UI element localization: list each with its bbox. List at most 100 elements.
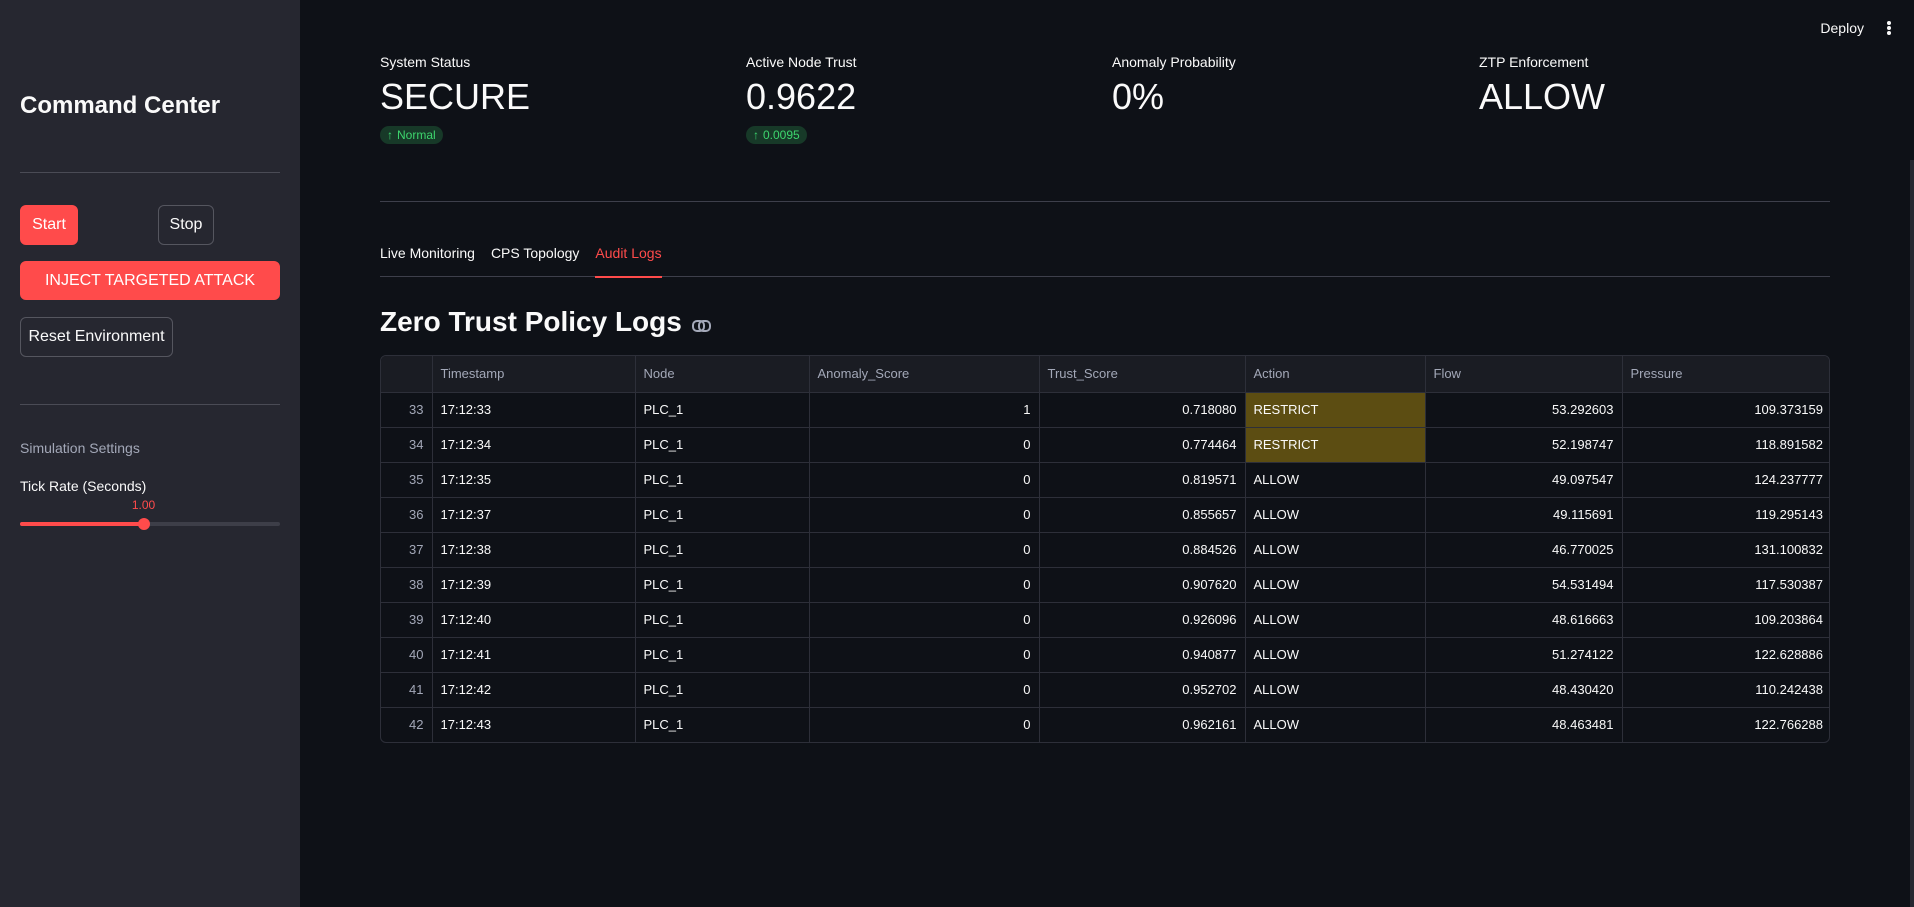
pressure-cell[interactable]: 122.628886	[1622, 637, 1829, 673]
node-cell[interactable]: PLC_1	[635, 637, 810, 673]
table-row[interactable]: 33 17:12:33 PLC_1 1 0.718080 RESTRICT 53.29260…	[381, 392, 1829, 428]
column-header-pressure[interactable]: Pressure	[1622, 356, 1829, 393]
stop-button[interactable]: Stop	[158, 205, 214, 245]
column-header-trust-score[interactable]: Trust_Score	[1039, 356, 1246, 393]
timestamp-cell[interactable]: 17:12:40	[432, 602, 636, 638]
row-index[interactable]: 35	[381, 462, 433, 498]
trust-score-cell[interactable]: 0.819571	[1039, 462, 1246, 498]
flow-cell[interactable]: 52.198747	[1425, 427, 1623, 463]
slider-thumb[interactable]	[137, 518, 150, 530]
action-cell[interactable]: RESTRICT	[1245, 427, 1426, 463]
action-cell[interactable]: ALLOW	[1245, 532, 1426, 568]
pressure-cell[interactable]: 109.203864	[1622, 602, 1829, 638]
action-cell[interactable]: RESTRICT	[1245, 392, 1426, 428]
trust-score-cell[interactable]: 0.855657	[1039, 497, 1246, 533]
timestamp-cell[interactable]: 17:12:33	[432, 392, 636, 428]
action-cell[interactable]: ALLOW	[1245, 602, 1426, 638]
deploy-button[interactable]: Deploy	[1820, 20, 1864, 36]
node-cell[interactable]: PLC_1	[635, 707, 810, 742]
link-icon[interactable]	[691, 319, 711, 332]
table-row[interactable]: 37 17:12:38 PLC_1 0 0.884526 ALLOW 46.770025 13…	[381, 532, 1829, 568]
row-index[interactable]: 42	[381, 707, 433, 742]
column-header-timestamp[interactable]: Timestamp	[432, 356, 636, 393]
flow-cell[interactable]: 48.430420	[1425, 672, 1623, 708]
trust-score-cell[interactable]: 0.884526	[1039, 532, 1246, 568]
anomaly-score-cell[interactable]: 0	[809, 637, 1040, 673]
anomaly-score-cell[interactable]: 0	[809, 567, 1040, 603]
pressure-cell[interactable]: 119.295143	[1622, 497, 1829, 533]
timestamp-cell[interactable]: 17:12:43	[432, 707, 636, 742]
trust-score-cell[interactable]: 0.926096	[1039, 602, 1246, 638]
trust-score-cell[interactable]: 0.940877	[1039, 637, 1246, 673]
audit-log-table[interactable]: Timestamp Node Anomaly_Score Trust_Score…	[380, 355, 1830, 743]
flow-cell[interactable]: 53.292603	[1425, 392, 1623, 428]
table-row[interactable]: 34 17:12:34 PLC_1 0 0.774464 RESTRICT 52.19874…	[381, 427, 1829, 463]
action-cell[interactable]: ALLOW	[1245, 707, 1426, 742]
trust-score-cell[interactable]: 0.774464	[1039, 427, 1246, 463]
action-cell[interactable]: ALLOW	[1245, 567, 1426, 603]
action-cell[interactable]: ALLOW	[1245, 637, 1426, 673]
row-index[interactable]: 39	[381, 602, 433, 638]
trust-score-cell[interactable]: 0.907620	[1039, 567, 1246, 603]
page-scrollbar[interactable]	[1910, 160, 1914, 907]
timestamp-cell[interactable]: 17:12:42	[432, 672, 636, 708]
trust-score-cell[interactable]: 0.718080	[1039, 392, 1246, 428]
table-row[interactable]: 39 17:12:40 PLC_1 0 0.926096 ALLOW 48.616663 10…	[381, 602, 1829, 638]
flow-cell[interactable]: 48.463481	[1425, 707, 1623, 742]
flow-cell[interactable]: 54.531494	[1425, 567, 1623, 603]
node-cell[interactable]: PLC_1	[635, 392, 810, 428]
flow-cell[interactable]: 49.097547	[1425, 462, 1623, 498]
table-row[interactable]: 38 17:12:39 PLC_1 0 0.907620 ALLOW 54.531494 11…	[381, 567, 1829, 603]
inject-attack-button[interactable]: INJECT TARGETED ATTACK	[20, 261, 280, 300]
row-index[interactable]: 38	[381, 567, 433, 603]
flow-cell[interactable]: 49.115691	[1425, 497, 1623, 533]
pressure-cell[interactable]: 131.100832	[1622, 532, 1829, 568]
timestamp-cell[interactable]: 17:12:38	[432, 532, 636, 568]
node-cell[interactable]: PLC_1	[635, 532, 810, 568]
pressure-cell[interactable]: 122.766288	[1622, 707, 1829, 742]
anomaly-score-cell[interactable]: 0	[809, 672, 1040, 708]
timestamp-cell[interactable]: 17:12:39	[432, 567, 636, 603]
column-header-node[interactable]: Node	[635, 356, 810, 393]
row-index[interactable]: 33	[381, 392, 433, 428]
tab-audit-logs[interactable]: Audit Logs	[595, 240, 662, 278]
column-header-anomaly-score[interactable]: Anomaly_Score	[809, 356, 1040, 393]
anomaly-score-cell[interactable]: 0	[809, 497, 1040, 533]
row-index[interactable]: 36	[381, 497, 433, 533]
tick-rate-slider[interactable]	[20, 518, 280, 530]
row-index[interactable]: 41	[381, 672, 433, 708]
timestamp-cell[interactable]: 17:12:37	[432, 497, 636, 533]
table-row[interactable]: 42 17:12:43 PLC_1 0 0.962161 ALLOW 48.463481 12…	[381, 707, 1829, 742]
action-cell[interactable]: ALLOW	[1245, 462, 1426, 498]
column-header-flow[interactable]: Flow	[1425, 356, 1623, 393]
timestamp-cell[interactable]: 17:12:35	[432, 462, 636, 498]
row-index[interactable]: 40	[381, 637, 433, 673]
reset-environment-button[interactable]: Reset Environment	[20, 317, 173, 357]
node-cell[interactable]: PLC_1	[635, 427, 810, 463]
anomaly-score-cell[interactable]: 0	[809, 602, 1040, 638]
anomaly-score-cell[interactable]: 0	[809, 462, 1040, 498]
pressure-cell[interactable]: 109.373159	[1622, 392, 1829, 428]
anomaly-score-cell[interactable]: 0	[809, 532, 1040, 568]
action-cell[interactable]: ALLOW	[1245, 497, 1426, 533]
trust-score-cell[interactable]: 0.962161	[1039, 707, 1246, 742]
start-button[interactable]: Start	[20, 205, 78, 245]
more-vertical-icon[interactable]	[1884, 18, 1894, 38]
table-row[interactable]: 41 17:12:42 PLC_1 0 0.952702 ALLOW 48.430420 11…	[381, 672, 1829, 708]
timestamp-cell[interactable]: 17:12:41	[432, 637, 636, 673]
pressure-cell[interactable]: 110.242438	[1622, 672, 1829, 708]
pressure-cell[interactable]: 118.891582	[1622, 427, 1829, 463]
table-row[interactable]: 35 17:12:35 PLC_1 0 0.819571 ALLOW 49.097547 12…	[381, 462, 1829, 498]
column-header-action[interactable]: Action	[1245, 356, 1426, 393]
table-row[interactable]: 36 17:12:37 PLC_1 0 0.855657 ALLOW 49.115691 11…	[381, 497, 1829, 533]
flow-cell[interactable]: 46.770025	[1425, 532, 1623, 568]
node-cell[interactable]: PLC_1	[635, 497, 810, 533]
tab-cps-topology[interactable]: CPS Topology	[491, 240, 579, 277]
anomaly-score-cell[interactable]: 1	[809, 392, 1040, 428]
anomaly-score-cell[interactable]: 0	[809, 427, 1040, 463]
row-index[interactable]: 34	[381, 427, 433, 463]
flow-cell[interactable]: 51.274122	[1425, 637, 1623, 673]
node-cell[interactable]: PLC_1	[635, 567, 810, 603]
action-cell[interactable]: ALLOW	[1245, 672, 1426, 708]
timestamp-cell[interactable]: 17:12:34	[432, 427, 636, 463]
